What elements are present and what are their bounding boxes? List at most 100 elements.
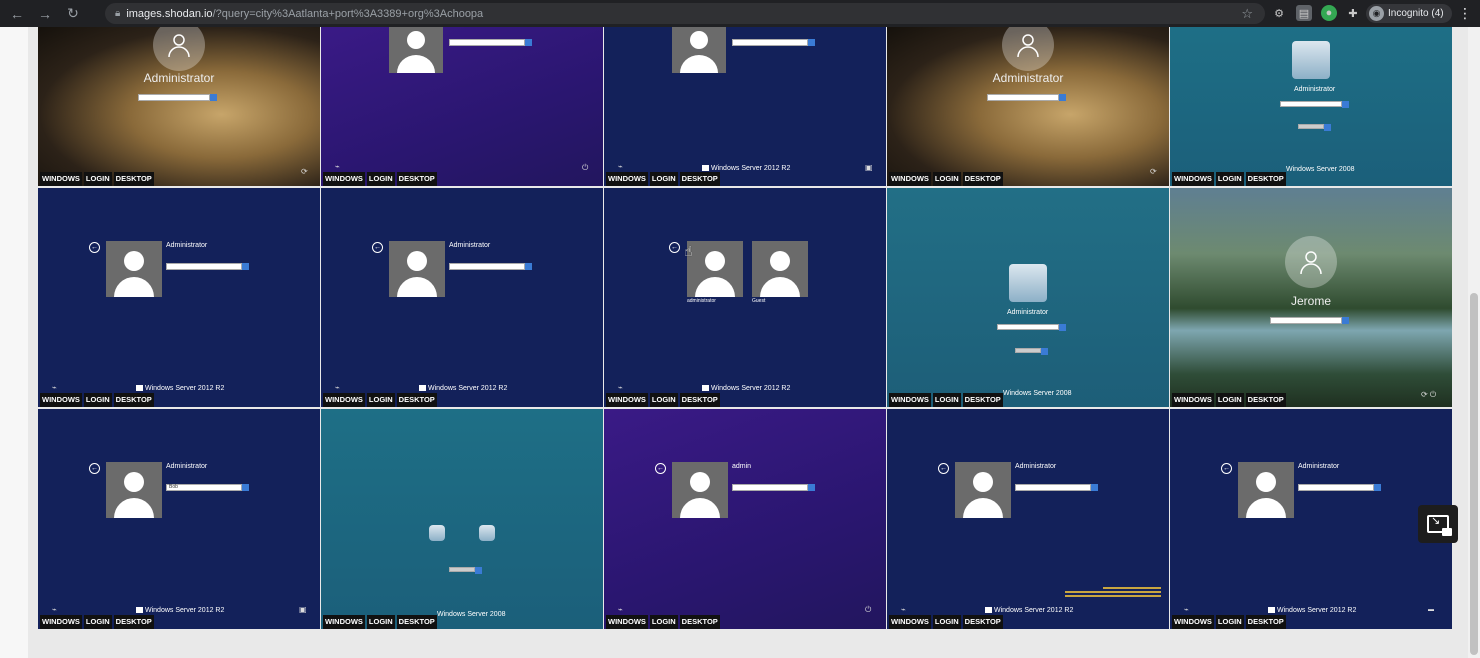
screenshot-tile[interactable]: Windows Server 2008 WINDOWS LOGIN DESKTO… <box>321 409 603 629</box>
desktop-tag[interactable]: DESKTOP <box>1245 393 1286 407</box>
tile-actions: WINDOWS LOGIN DESKTOP <box>321 393 437 407</box>
password-field <box>1015 484 1098 491</box>
back-arrow-icon: ← <box>655 463 666 474</box>
tile-actions: WINDOWS LOGIN DESKTOP <box>604 172 720 186</box>
user-avatar <box>687 241 743 297</box>
back-arrow-icon: ← <box>89 463 100 474</box>
screenshot-tile[interactable]: Administrator ⟳ WINDOWS LOGIN DESKTOP <box>887 27 1169 186</box>
screenshot-tile[interactable]: Windows Server 2012 R2 ▣ ⌁ WINDOWS LOGIN… <box>604 27 886 186</box>
login-tag[interactable]: LOGIN <box>83 172 112 186</box>
url-path: /?query=city%3Aatlanta+port%3A3389+org%3… <box>212 7 484 20</box>
windows-tag[interactable]: WINDOWS <box>1172 172 1214 186</box>
desktop-tag[interactable]: DESKTOP <box>679 393 720 407</box>
os-footer: Windows Server 2012 R2 <box>702 165 790 172</box>
screenshot-tile[interactable]: ← Administrator Windows Server 2012 R2 ⌁… <box>38 188 320 407</box>
ease-of-access-icon: ⟳ ⏻ <box>1421 390 1437 399</box>
desktop-tag[interactable]: DESKTOP <box>679 172 720 186</box>
more-menu-icon[interactable]: ⋮ <box>1458 4 1472 22</box>
windows-tag[interactable]: WINDOWS <box>889 172 931 186</box>
desktop-tag[interactable]: DESKTOP <box>396 393 437 407</box>
incognito-badge[interactable]: ◉ Incognito (4) <box>1366 4 1452 23</box>
tile-actions: WINDOWS LOGIN DESKTOP <box>38 393 154 407</box>
login-tag[interactable]: LOGIN <box>649 393 678 407</box>
scrollbar-thumb[interactable] <box>1470 293 1478 655</box>
login-tag[interactable]: LOGIN <box>649 172 678 186</box>
os-footer: Windows Server 2012 R2 <box>419 385 507 392</box>
windows-tag[interactable]: WINDOWS <box>606 615 648 629</box>
desktop-tag[interactable]: DESKTOP <box>113 172 154 186</box>
username-label: Administrator <box>143 71 215 85</box>
screenshot-tile[interactable]: ← Administrator Windows Server 2012 R2 ⌁… <box>1170 409 1452 629</box>
forward-arrow-icon[interactable]: → <box>34 3 56 25</box>
tile-actions: WINDOWS LOGIN DESKTOP <box>321 172 437 186</box>
windows-tag[interactable]: WINDOWS <box>323 172 365 186</box>
desktop-tag[interactable]: DESKTOP <box>1245 615 1286 629</box>
login-tag[interactable]: LOGIN <box>649 615 678 629</box>
desktop-tag[interactable]: DESKTOP <box>113 615 154 629</box>
windows-tag[interactable]: WINDOWS <box>323 615 365 629</box>
desktop-tag[interactable]: DESKTOP <box>396 615 437 629</box>
windows-tag[interactable]: WINDOWS <box>323 393 365 407</box>
desktop-tag[interactable]: DESKTOP <box>962 615 1003 629</box>
login-tag[interactable]: LOGIN <box>366 393 395 407</box>
desktop-tag[interactable]: DESKTOP <box>1245 172 1286 186</box>
username-label: Administrator <box>166 463 208 470</box>
browser-toolbar: ← → ↻ 🔒︎ images.shodan.io/?query=city%3A… <box>0 0 1480 27</box>
extension-icon[interactable]: ⚙ <box>1271 5 1287 21</box>
screenshot-tile[interactable]: Administrator Windows Server 2008 WINDOW… <box>1170 27 1452 186</box>
desktop-tag[interactable]: DESKTOP <box>962 172 1003 186</box>
username-label: admin <box>732 463 752 470</box>
windows-tag[interactable]: WINDOWS <box>1172 615 1214 629</box>
bookmark-star-icon[interactable]: ☆ <box>1241 6 1253 22</box>
login-tag[interactable]: LOGIN <box>83 393 112 407</box>
screenshot-tile[interactable]: Administrator ⟳ WINDOWS LOGIN DESKTOP <box>38 27 320 186</box>
login-tag[interactable]: LOGIN <box>932 615 961 629</box>
windows-tag[interactable]: WINDOWS <box>40 172 82 186</box>
screenshot-tile[interactable]: ← Administrator Windows Server 2012 R2 ⌁… <box>887 409 1169 629</box>
desktop-tag[interactable]: DESKTOP <box>396 172 437 186</box>
windows-tag[interactable]: WINDOWS <box>889 393 931 407</box>
os-footer: Windows Server 2008 <box>1003 390 1072 397</box>
windows-tag[interactable]: WINDOWS <box>889 615 931 629</box>
login-tag[interactable]: LOGIN <box>1215 615 1244 629</box>
windows-tag[interactable]: WINDOWS <box>40 393 82 407</box>
back-arrow-icon: ← <box>938 463 949 474</box>
login-tag[interactable]: LOGIN <box>932 393 961 407</box>
reload-icon[interactable]: ↻ <box>62 3 84 25</box>
login-tag[interactable]: LOGIN <box>366 172 395 186</box>
screenshot-tile[interactable]: Jerome ⟳ ⏻ WINDOWS LOGIN DESKTOP <box>1170 188 1452 407</box>
desktop-tag[interactable]: DESKTOP <box>113 393 154 407</box>
login-tag[interactable]: LOGIN <box>1215 172 1244 186</box>
back-arrow-icon: ← <box>1221 463 1232 474</box>
tile-actions: WINDOWS LOGIN DESKTOP <box>1170 393 1286 407</box>
screenshot-tile[interactable]: ← Administrator Windows Server 2012 R2 ⌁… <box>321 188 603 407</box>
user-avatar-icon <box>1002 27 1054 71</box>
extension-icon[interactable]: ▤ <box>1296 5 1312 21</box>
windows-tag[interactable]: WINDOWS <box>40 615 82 629</box>
login-tag[interactable]: LOGIN <box>1215 393 1244 407</box>
puzzle-extensions-icon[interactable]: ✚ <box>1345 5 1361 21</box>
address-bar[interactable]: 🔒︎ images.shodan.io/?query=city%3Aatlant… <box>105 3 1265 24</box>
extension-icon[interactable]: ● <box>1321 5 1337 21</box>
back-arrow-icon: ← <box>669 242 680 253</box>
username-label: Administrator <box>1298 463 1340 470</box>
login-tag[interactable]: LOGIN <box>83 615 112 629</box>
back-arrow-icon[interactable]: ← <box>6 3 28 25</box>
username-label: Administrator <box>992 71 1064 85</box>
windows-tag[interactable]: WINDOWS <box>606 172 648 186</box>
windows-tag[interactable]: WINDOWS <box>1172 393 1214 407</box>
screenshot-tile[interactable]: ⏻ ⌁ WINDOWS LOGIN DESKTOP <box>321 27 603 186</box>
user-avatar <box>672 27 726 73</box>
login-tag[interactable]: LOGIN <box>932 172 961 186</box>
user-avatar-icon <box>1285 236 1337 288</box>
windows-tag[interactable]: WINDOWS <box>606 393 648 407</box>
desktop-tag[interactable]: DESKTOP <box>679 615 720 629</box>
screenshot-tile[interactable]: ← admin ⏻ ⌁ WINDOWS LOGIN DESKTOP <box>604 409 886 629</box>
password-field <box>138 94 217 101</box>
screenshot-tile[interactable]: ← Administrator Bob Windows Server 2012 … <box>38 409 320 629</box>
screenshot-tile[interactable]: Administrator Windows Server 2008 WINDOW… <box>887 188 1169 407</box>
screenshot-tile[interactable]: ← administrator Guest Windows Server 201… <box>604 188 886 407</box>
login-tag[interactable]: LOGIN <box>366 615 395 629</box>
picture-in-picture-button[interactable] <box>1418 505 1458 543</box>
desktop-tag[interactable]: DESKTOP <box>962 393 1003 407</box>
